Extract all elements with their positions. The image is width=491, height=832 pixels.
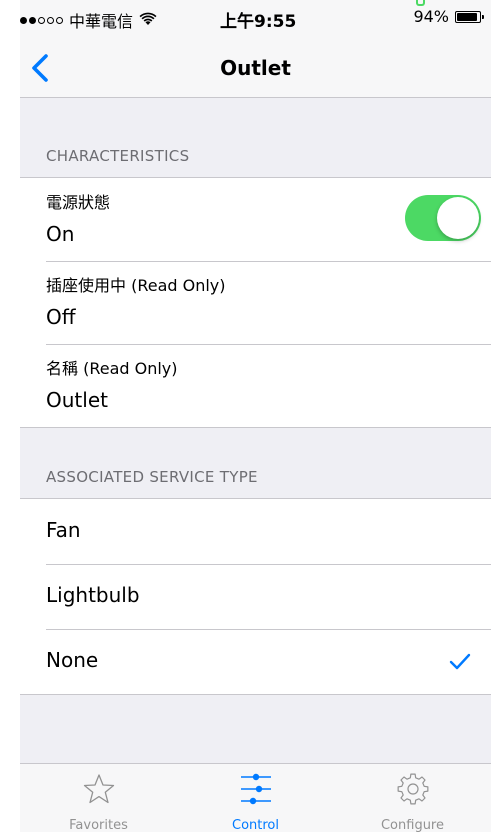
characteristics-list: 電源狀態 On 插座使用中 (Read Only) Off 名稱 (Read O… <box>20 177 491 428</box>
tab-configure[interactable]: Configure <box>334 764 491 832</box>
characteristic-row-outlet-in-use: 插座使用中 (Read Only) Off <box>20 261 491 344</box>
status-right: 94% <box>413 7 484 26</box>
page-title: Outlet <box>220 56 291 80</box>
service-option-fan[interactable]: Fan <box>20 499 491 564</box>
characteristics-header: CHARACTERISTICS <box>46 147 190 165</box>
service-type-list: Fan Lightbulb None <box>20 498 491 695</box>
service-type-header: ASSOCIATED SERVICE TYPE <box>46 468 258 486</box>
characteristic-value: On <box>46 222 75 246</box>
active-call-indicator-icon <box>416 0 425 6</box>
sliders-icon <box>240 773 271 805</box>
characteristic-title: 名稱 (Read Only) <box>46 359 178 378</box>
service-option-lightbulb[interactable]: Lightbulb <box>20 564 491 629</box>
checkmark-icon <box>449 653 471 670</box>
status-left: 中華電信 <box>20 8 157 32</box>
characteristic-title: 電源狀態 <box>46 193 111 212</box>
star-icon <box>83 774 114 804</box>
power-toggle[interactable] <box>405 195 481 241</box>
service-option-none[interactable]: None <box>20 629 491 694</box>
status-bar: 中華電信 上午9:55 94% <box>20 0 491 40</box>
characteristic-row-name: 名稱 (Read Only) Outlet <box>20 344 491 427</box>
signal-strength-icon <box>20 16 63 24</box>
tab-favorites[interactable]: Favorites <box>20 764 177 832</box>
tab-label: Configure <box>380 818 444 832</box>
toggle-knob <box>437 197 479 239</box>
navigation-bar: Outlet <box>20 40 491 98</box>
service-option-label: Fan <box>46 518 81 542</box>
status-time: 上午9:55 <box>220 12 297 32</box>
app-screen: 中華電信 上午9:55 94% Outlet CHARACTERISTICS 電… <box>20 0 491 832</box>
tab-label: Control <box>232 818 279 832</box>
tab-bar: Favorites Control Configure <box>20 763 491 832</box>
wifi-icon <box>139 11 157 30</box>
battery-icon <box>455 10 484 23</box>
service-option-label: None <box>46 648 99 672</box>
characteristic-value: Outlet <box>46 388 108 412</box>
characteristic-row-power-state: 電源狀態 On <box>20 178 491 261</box>
characteristic-value: Off <box>46 305 76 329</box>
tab-control[interactable]: Control <box>177 764 334 832</box>
service-option-label: Lightbulb <box>46 583 140 607</box>
gear-icon <box>397 773 428 805</box>
tab-label: Favorites <box>69 818 128 832</box>
characteristic-title: 插座使用中 (Read Only) <box>46 276 226 295</box>
carrier-name: 中華電信 <box>69 12 134 31</box>
battery-percent: 94% <box>413 7 449 26</box>
